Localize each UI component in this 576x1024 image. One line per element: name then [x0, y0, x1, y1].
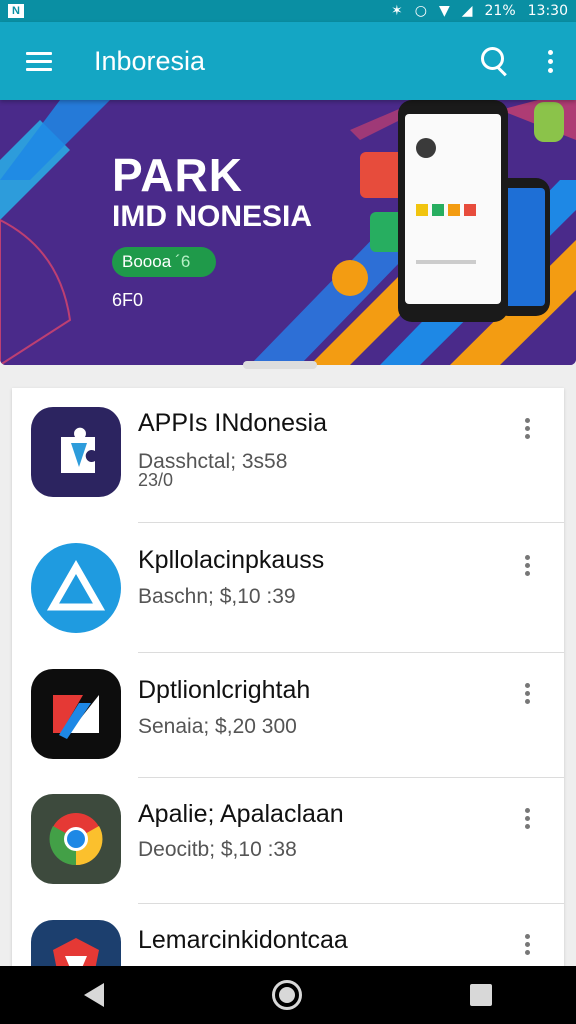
- app-bar: Inboresia: [0, 22, 576, 100]
- status-bar: N ✶ ○ ▼ ◢ 21% 13:30: [0, 0, 576, 22]
- app-details: Senaia; $,20 300: [138, 715, 297, 738]
- banner-cta-button[interactable]: Boooa ´6: [112, 247, 216, 277]
- triangle-logo-icon: [31, 543, 121, 633]
- alarm-icon: ○: [414, 3, 427, 19]
- item-overflow-icon[interactable]: [512, 410, 542, 446]
- puzzle-icon: [31, 407, 121, 497]
- hamburger-menu-icon[interactable]: [14, 41, 70, 81]
- app-details: Baschn; $,10 :39: [138, 585, 296, 608]
- list-item[interactable]: Dptlionlcrightah Senaia; $,20 300: [12, 653, 564, 777]
- page-title: Inboresia: [94, 45, 206, 76]
- floating-mascot: [534, 102, 564, 142]
- clock: 13:30: [527, 3, 568, 19]
- overflow-menu-icon[interactable]: [532, 41, 568, 81]
- home-icon[interactable]: [272, 980, 302, 1010]
- slash-logo-icon: [31, 669, 121, 759]
- app-count: 23/0: [138, 470, 174, 490]
- app-list: APPIs INdonesia Dasshctal; 3s58 23/0 Kpl…: [12, 388, 564, 978]
- promo-banner[interactable]: PARK IMD NONESIA Boooa ´6 6F0: [0, 100, 576, 365]
- list-item[interactable]: APPIs INdonesia Dasshctal; 3s58 23/0: [12, 388, 564, 522]
- item-overflow-icon[interactable]: [512, 675, 542, 711]
- list-item[interactable]: Apalie; Apalaclaan Deocitb; $,10 :38: [12, 778, 564, 903]
- banner-price: 6F0: [112, 290, 144, 310]
- back-icon[interactable]: [84, 983, 104, 1007]
- app-name: Apalie; Apalaclaan: [138, 800, 344, 828]
- status-indicators: ✶ ○ ▼ ◢ 21% 13:30: [391, 3, 568, 19]
- battery-level: 21%: [484, 3, 516, 19]
- banner-cta-label: Boooa: [122, 252, 172, 271]
- app-name: Lemarcinkidontcaa: [138, 926, 348, 954]
- app-name: Dptlionlcrightah: [138, 676, 311, 704]
- app-details: Deocitb; $,10 :38: [138, 838, 297, 861]
- bluetooth-icon: ✶: [391, 3, 403, 19]
- app-name: Kpllolacinpkauss: [138, 546, 325, 574]
- signal-icon: ◢: [461, 3, 473, 19]
- banner-subheadline: IMD NONESIA: [112, 200, 313, 233]
- wifi-icon: ▼: [438, 3, 450, 19]
- floating-app-tile: [332, 260, 368, 296]
- carousel-indicator[interactable]: [243, 361, 317, 369]
- chrome-icon: [31, 794, 121, 884]
- phone-illustration: [398, 100, 508, 322]
- banner-headline: PARK: [112, 149, 243, 201]
- search-icon[interactable]: [474, 41, 514, 81]
- banner-cta-suffix: ´6: [175, 252, 191, 271]
- app-name: APPIs INdonesia: [138, 409, 327, 437]
- system-nav-bar: [0, 966, 576, 1024]
- recent-apps-icon[interactable]: [470, 984, 492, 1006]
- item-overflow-icon[interactable]: [512, 547, 542, 583]
- item-overflow-icon[interactable]: [512, 926, 542, 962]
- notification-icon: N: [8, 4, 24, 18]
- item-overflow-icon[interactable]: [512, 800, 542, 836]
- list-item[interactable]: Kpllolacinpkauss Baschn; $,10 :39: [12, 523, 564, 652]
